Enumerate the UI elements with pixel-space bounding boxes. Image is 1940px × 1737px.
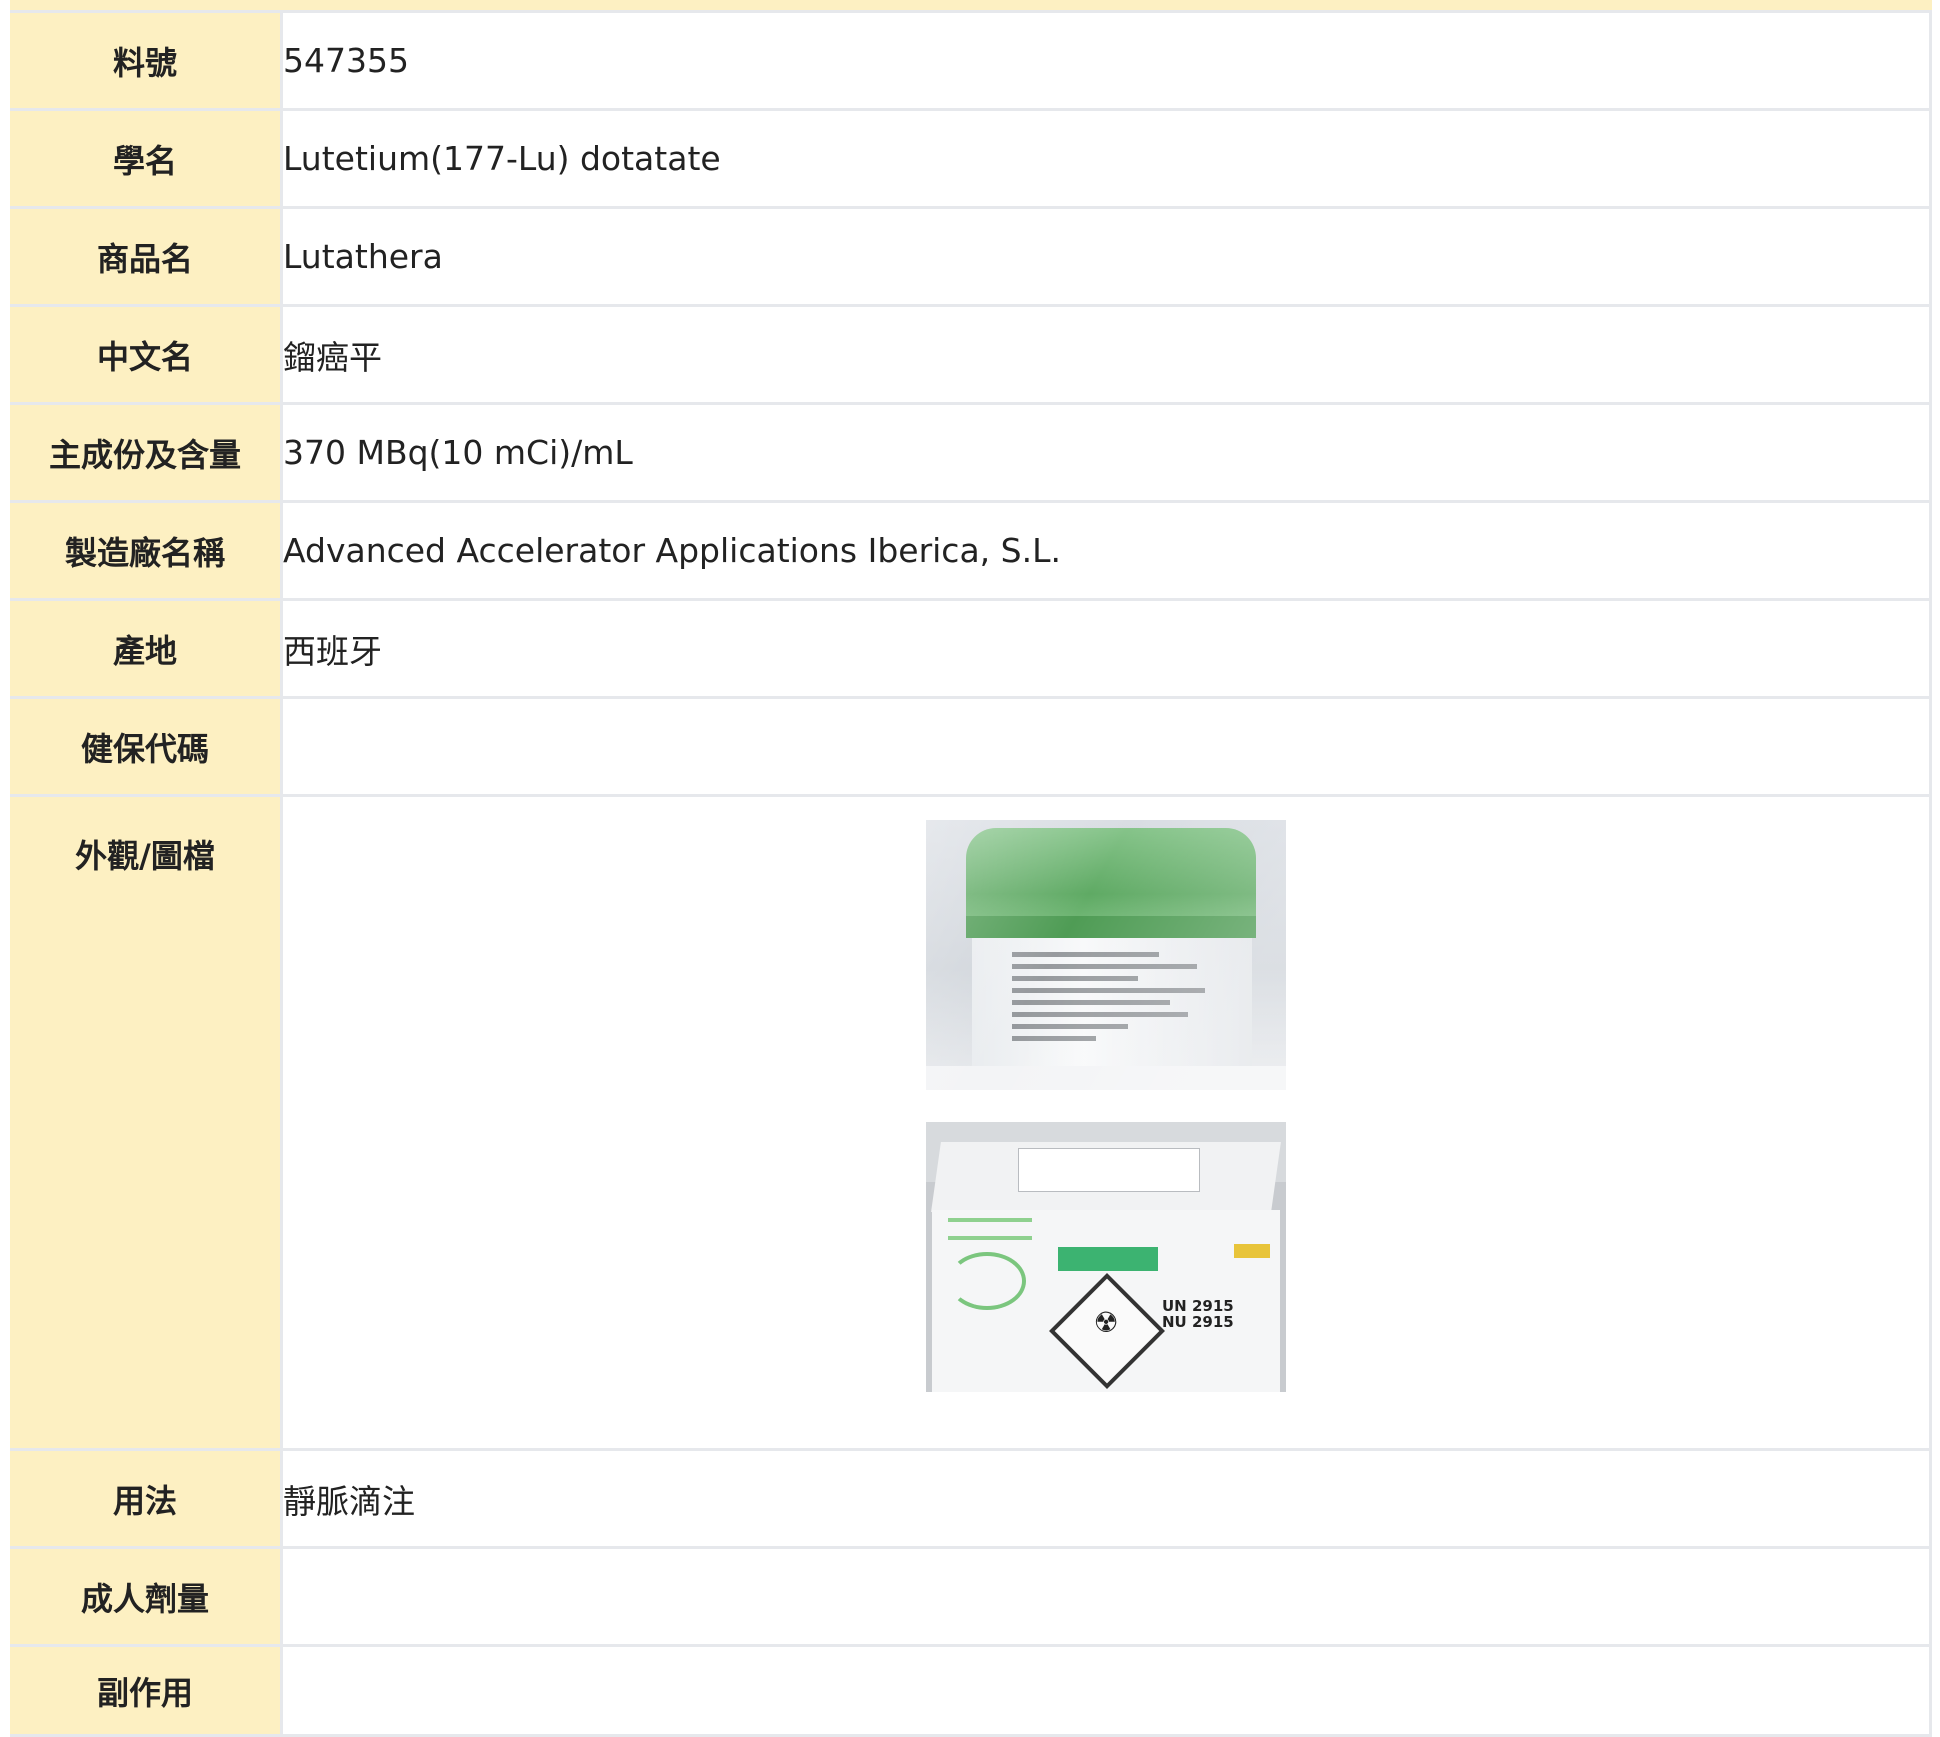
row-ingredient-strength: 主成份及含量 370 MBq(10 mCi)/mL [10, 402, 1932, 503]
value-appearance: ☢ UN 2915 NU 2915 [281, 794, 1932, 1451]
label-origin: 產地 [10, 598, 283, 699]
nu-number-text: NU 2915 [1162, 1313, 1234, 1331]
value-chinese-name: 鎦癌平 [281, 304, 1932, 405]
value-usage: 靜脈滴注 [281, 1448, 1932, 1549]
row-appearance: 外觀/圖檔 ☢ UN 2915 NU 2915 [10, 794, 1932, 1451]
canister-photo[interactable] [926, 820, 1286, 1090]
box-green-text [948, 1218, 1032, 1240]
top-accent-bar [10, 0, 1932, 10]
row-side-effects: 副作用 [10, 1644, 1932, 1737]
label-manufacturer: 製造廠名稱 [10, 500, 283, 601]
value-side-effects [281, 1644, 1932, 1737]
row-usage: 用法 靜脈滴注 [10, 1448, 1932, 1549]
label-ingredient-strength: 主成份及含量 [10, 402, 283, 503]
value-generic-name: Lutetium(177-Lu) dotatate [281, 108, 1932, 209]
value-adult-dose [281, 1546, 1932, 1647]
label-adult-dose: 成人劑量 [10, 1546, 283, 1647]
plastic-bag-sheen [926, 820, 1286, 1090]
radiation-trefoil-icon: ☢ [1093, 1306, 1119, 1339]
value-manufacturer: Advanced Accelerator Applications Iberic… [281, 500, 1932, 601]
box-logo-icon [948, 1252, 1026, 1310]
row-adult-dose: 成人劑量 [10, 1546, 1932, 1647]
row-item-number: 料號 547355 [10, 10, 1932, 111]
row-brand-name: 商品名 Lutathera [10, 206, 1932, 307]
drug-spec-table: 料號 547355 學名 Lutetium(177-Lu) dotatate 商… [10, 10, 1932, 1737]
label-appearance: 外觀/圖檔 [10, 794, 283, 1451]
label-side-effects: 副作用 [10, 1644, 283, 1737]
shipping-box-photo[interactable]: ☢ UN 2915 NU 2915 [926, 1122, 1286, 1392]
box-shipping-label [1018, 1148, 1200, 1192]
value-ingredient-strength: 370 MBq(10 mCi)/mL [281, 402, 1932, 503]
row-generic-name: 學名 Lutetium(177-Lu) dotatate [10, 108, 1932, 209]
label-insurance-code: 健保代碼 [10, 696, 283, 797]
box-yellow-sticker [1234, 1244, 1270, 1258]
value-item-number: 547355 [281, 10, 1932, 111]
row-manufacturer: 製造廠名稱 Advanced Accelerator Applications … [10, 500, 1932, 601]
label-generic-name: 學名 [10, 108, 283, 209]
label-item-number: 料號 [10, 10, 283, 111]
appearance-images: ☢ UN 2915 NU 2915 [283, 797, 1929, 1392]
label-brand-name: 商品名 [10, 206, 283, 307]
value-brand-name: Lutathera [281, 206, 1932, 307]
row-origin: 產地 西班牙 [10, 598, 1932, 699]
box-un-number: UN 2915 NU 2915 [1162, 1298, 1234, 1330]
row-insurance-code: 健保代碼 [10, 696, 1932, 797]
value-insurance-code [281, 696, 1932, 797]
label-usage: 用法 [10, 1448, 283, 1549]
un-number-text: UN 2915 [1162, 1297, 1234, 1315]
row-chinese-name: 中文名 鎦癌平 [10, 304, 1932, 405]
label-chinese-name: 中文名 [10, 304, 283, 405]
box-green-sticker [1058, 1247, 1158, 1271]
value-origin: 西班牙 [281, 598, 1932, 699]
